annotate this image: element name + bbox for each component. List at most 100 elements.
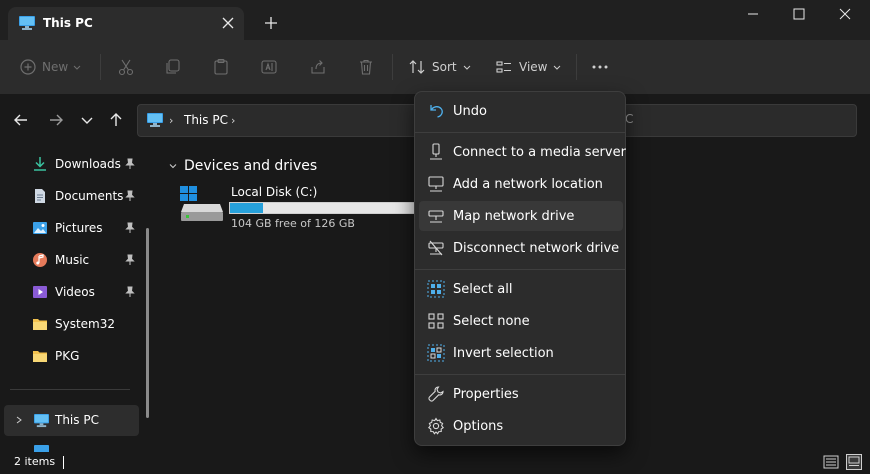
copy-icon — [166, 59, 180, 74]
menu-item-label: Add a network location — [453, 176, 603, 192]
drive-usage-fill — [230, 203, 263, 213]
sidebar-item-documents[interactable]: Documents — [32, 184, 123, 208]
tab-this-pc[interactable]: This PC — [8, 7, 244, 40]
menu-item-undo[interactable]: Undo — [419, 96, 623, 126]
menu-item-label: Select none — [453, 313, 530, 329]
toolbar-divider — [576, 54, 577, 80]
menu-item-select-none[interactable]: Select none — [419, 306, 623, 336]
invert-selection-icon — [427, 344, 445, 362]
breadcrumb-separator-icon[interactable]: › — [169, 114, 173, 127]
options-icon — [427, 417, 445, 435]
section-title: Devices and drives — [184, 158, 318, 174]
sidebar-item-music[interactable]: Music — [32, 248, 89, 272]
sort-button[interactable]: Sort — [408, 52, 472, 82]
paste-button[interactable] — [212, 52, 230, 82]
drive-name[interactable]: Local Disk (C:) — [231, 185, 317, 199]
select-all-icon — [427, 280, 445, 298]
maximize-icon[interactable] — [776, 0, 822, 30]
videos-icon — [33, 286, 47, 298]
command-bar: New Sort View — [0, 40, 870, 94]
search-box-text[interactable]: C — [625, 112, 633, 126]
menu-item-label: Options — [453, 418, 504, 434]
sidebar-item-downloads[interactable]: Downloads — [32, 152, 121, 176]
drive-usage-bar — [229, 202, 419, 214]
sidebar-item-label: System32 — [55, 317, 116, 331]
sidebar-item-pkg[interactable]: PKG — [32, 344, 79, 368]
item-count: 2 items — [14, 455, 56, 468]
music-icon — [33, 253, 47, 267]
download-icon — [34, 157, 46, 171]
chevron-down-icon — [463, 65, 470, 70]
sidebar-item-label: This PC — [55, 413, 99, 427]
network-location-icon — [428, 176, 444, 192]
view-icon — [496, 61, 511, 73]
new-label: New — [42, 60, 69, 74]
tab-title: This PC — [43, 16, 93, 30]
sidebar-scrollbar[interactable] — [146, 228, 149, 418]
sidebar-item-system32[interactable]: System32 — [32, 312, 115, 336]
chevron-down-icon — [554, 65, 561, 70]
devices-group-header[interactable]: Devices and drives — [168, 158, 317, 174]
menu-item-map-network-drive[interactable]: Map network drive — [419, 201, 623, 231]
more-options-button[interactable] — [590, 52, 610, 82]
menu-item-label: Disconnect network drive — [453, 240, 620, 256]
delete-button[interactable] — [357, 52, 375, 82]
sidebar-item-videos[interactable]: Videos — [32, 280, 95, 304]
media-server-icon — [430, 143, 442, 160]
chevron-down-icon — [73, 65, 81, 70]
drive-free-space: 104 GB free of 126 GB — [231, 217, 355, 230]
sidebar-item-network[interactable] — [12, 442, 142, 452]
status-separator — [63, 456, 64, 469]
rename-icon — [261, 60, 277, 74]
menu-item-label: Select all — [453, 281, 513, 297]
plus-circle-icon — [20, 59, 36, 75]
tiles-view-icon[interactable] — [846, 454, 862, 470]
close-window-icon[interactable] — [822, 0, 868, 30]
menu-divider — [415, 374, 625, 375]
share-button[interactable] — [309, 52, 327, 82]
details-view-icon[interactable] — [823, 454, 839, 470]
this-pc-icon — [34, 413, 49, 428]
breadcrumb-this-pc[interactable]: This PC — [184, 113, 228, 127]
cut-button[interactable] — [117, 52, 135, 82]
select-none-icon — [428, 313, 444, 329]
back-icon[interactable] — [11, 110, 31, 130]
sidebar-item-label: Videos — [55, 285, 95, 299]
pin-icon — [124, 254, 136, 266]
close-tab-icon[interactable] — [217, 12, 239, 34]
sidebar-item-label: PKG — [55, 349, 80, 363]
menu-item-options[interactable]: Options — [419, 411, 623, 441]
sidebar-item-pictures[interactable]: Pictures — [32, 216, 103, 240]
copy-button[interactable] — [164, 52, 182, 82]
menu-item-invert-selection[interactable]: Invert selection — [419, 338, 623, 368]
chevron-down-icon — [169, 164, 177, 169]
menu-item-label: Undo — [453, 103, 487, 119]
menu-item-select-all[interactable]: Select all — [419, 274, 623, 304]
menu-item-label: Map network drive — [453, 208, 575, 224]
recent-locations-icon[interactable] — [77, 110, 97, 130]
forward-icon[interactable] — [46, 110, 66, 130]
sidebar-item-label: Documents — [55, 189, 124, 203]
toolbar-divider — [100, 54, 101, 80]
drive-icon[interactable] — [180, 186, 224, 222]
menu-item-properties[interactable]: Properties — [419, 379, 623, 409]
up-icon[interactable] — [106, 110, 126, 130]
share-icon — [311, 60, 325, 74]
menu-item-connect-media-server[interactable]: Connect to a media server — [419, 137, 626, 167]
pin-icon — [124, 286, 136, 298]
rename-button[interactable] — [260, 52, 278, 82]
minimize-icon[interactable] — [730, 0, 776, 30]
paste-icon — [214, 58, 228, 75]
menu-item-disconnect-network-drive[interactable]: Disconnect network drive — [419, 233, 623, 263]
chevron-right-icon[interactable] — [14, 415, 24, 425]
sidebar-item-this-pc[interactable]: This PC — [4, 405, 139, 436]
sidebar-item-label: Music — [55, 253, 90, 267]
new-tab-icon[interactable] — [260, 12, 282, 34]
sort-label: Sort — [432, 60, 457, 74]
view-button[interactable]: View — [495, 52, 562, 82]
breadcrumb-separator-icon[interactable]: › — [231, 114, 235, 127]
menu-item-add-network-location[interactable]: Add a network location — [419, 169, 623, 199]
sort-icon — [409, 60, 425, 74]
pin-icon — [124, 222, 136, 234]
new-button[interactable]: New — [20, 52, 82, 82]
